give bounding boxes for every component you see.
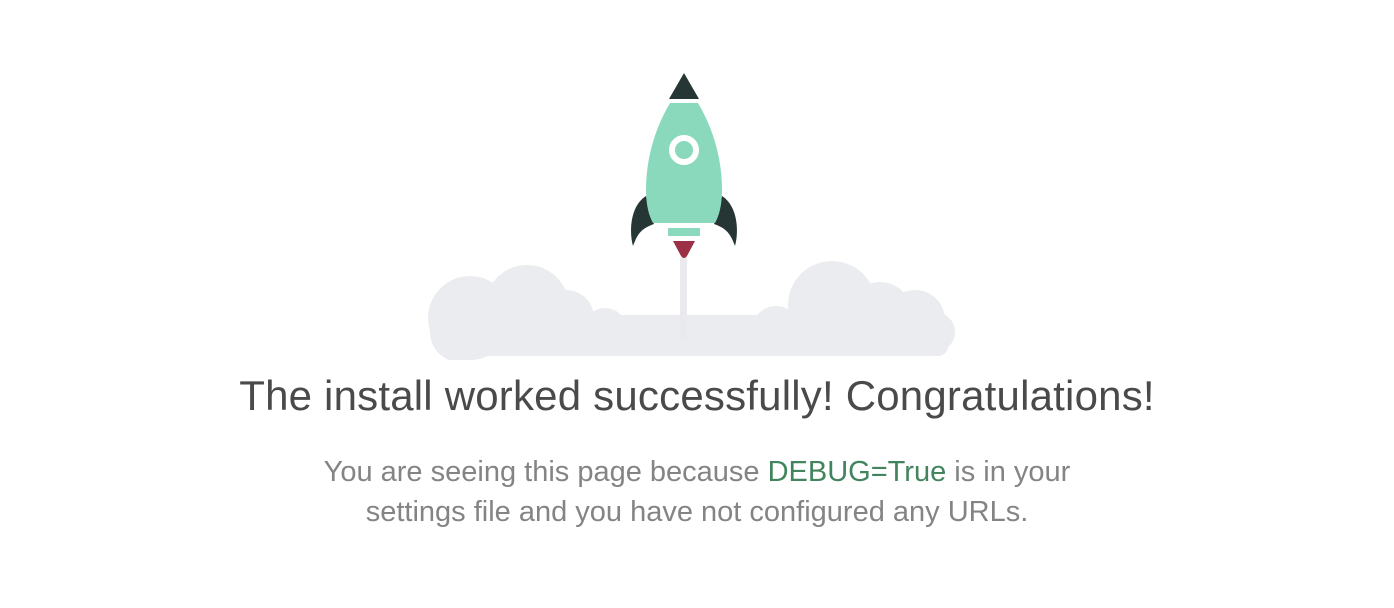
exhaust-trail bbox=[680, 256, 687, 342]
launch-illustration bbox=[0, 0, 1394, 360]
status-message: You are seeing this page because DEBUG=T… bbox=[317, 452, 1077, 532]
launch-illustration-svg bbox=[428, 73, 955, 360]
message-text-before: You are seeing this page because bbox=[323, 456, 768, 488]
clouds-icon bbox=[428, 261, 955, 360]
page-title: The install worked successfully! Congrat… bbox=[239, 372, 1155, 419]
debug-setting-code: DEBUG=True bbox=[767, 456, 947, 488]
rocket-icon bbox=[631, 73, 737, 258]
